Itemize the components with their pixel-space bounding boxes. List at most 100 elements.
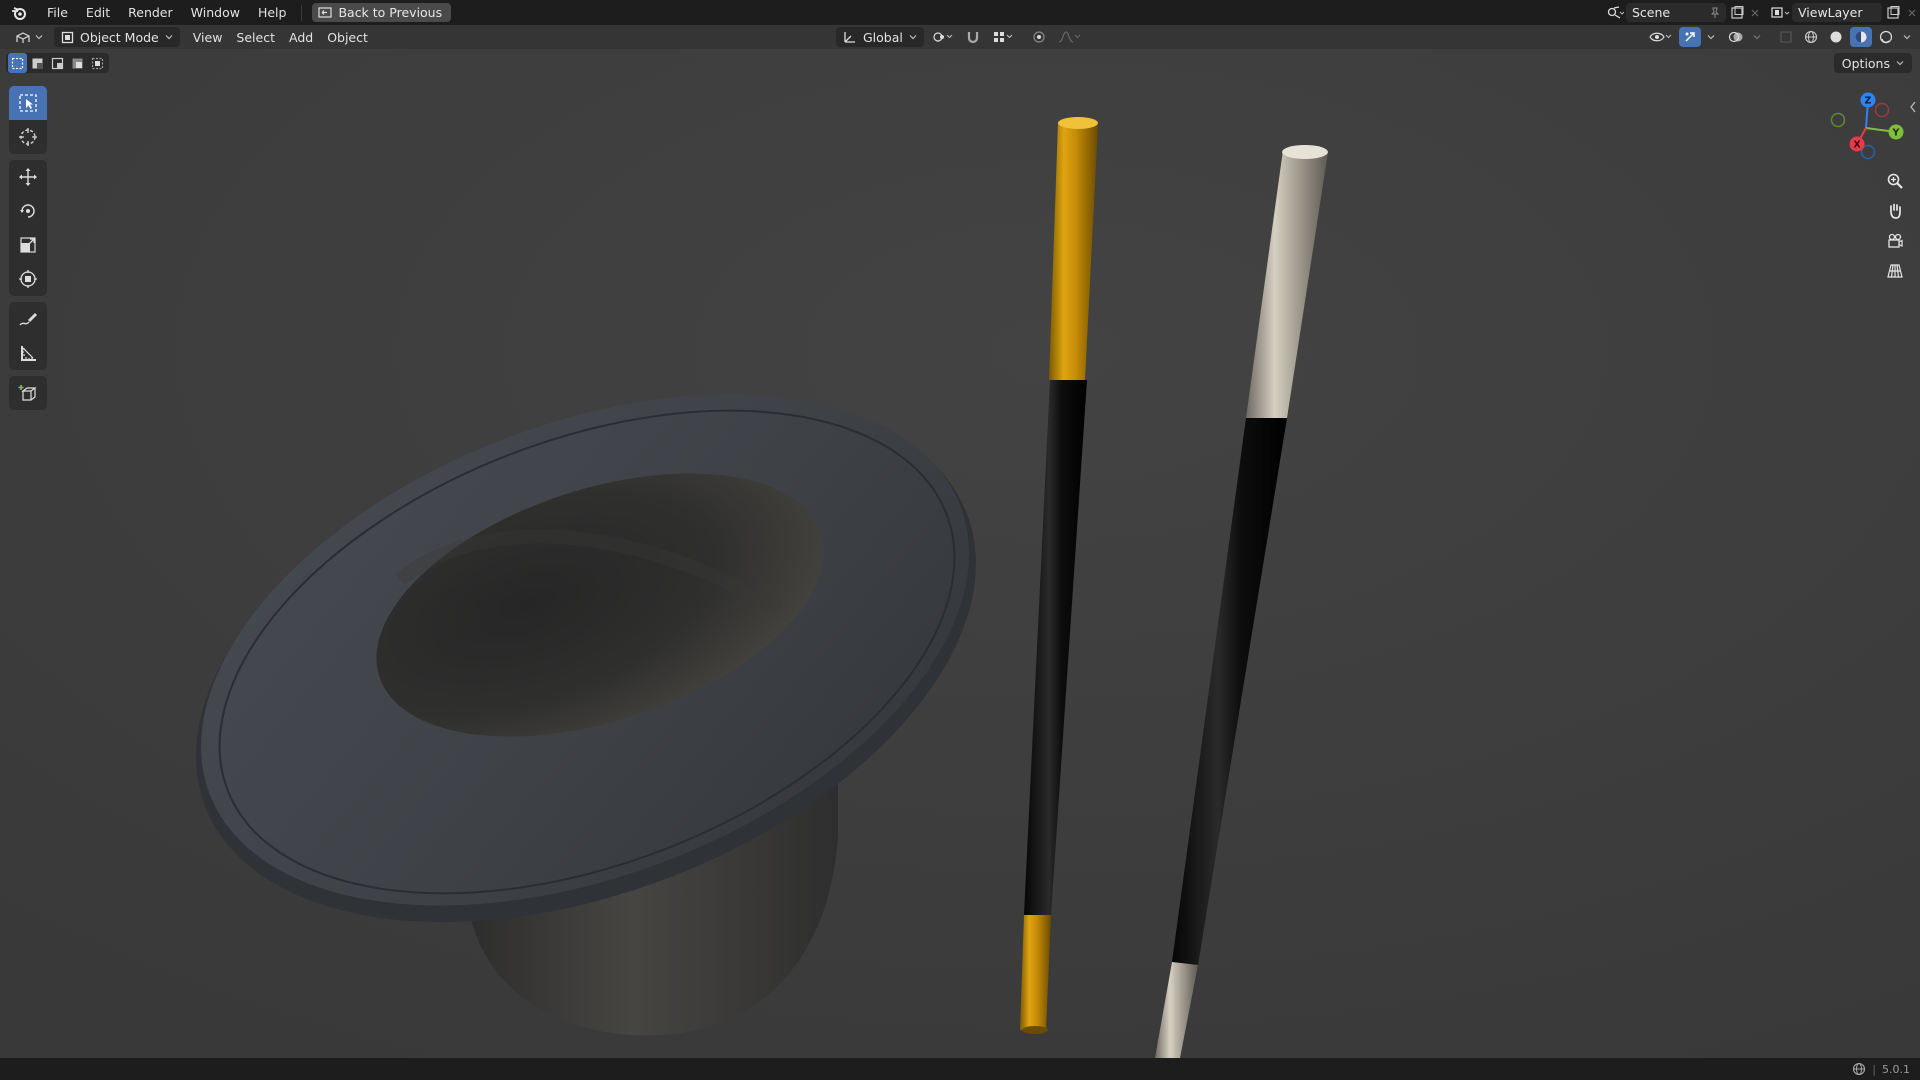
snapping-toggle[interactable] (962, 27, 984, 47)
tool-measure[interactable] (9, 336, 47, 370)
selection-mode-group (6, 53, 109, 73)
rotate-icon (20, 204, 35, 218)
select-box-icon (19, 94, 37, 112)
proportional-edit-icon (1033, 31, 1045, 43)
select-intersect-button[interactable] (88, 53, 107, 73)
chevron-down-icon (165, 35, 173, 40)
tool-select-box[interactable] (9, 86, 47, 120)
menu-divider (301, 4, 303, 21)
view-layer-selector-icon[interactable] (1770, 3, 1792, 22)
hand-pan-icon (1890, 203, 1901, 219)
xray-toggle[interactable] (1775, 27, 1797, 47)
wireframe-sphere-icon (1804, 30, 1818, 44)
viewport-3d[interactable] (0, 49, 1920, 1058)
back-to-previous-button[interactable]: Back to Previous (312, 3, 452, 22)
delete-scene-icon[interactable] (1748, 3, 1762, 22)
gizmo-x-label: X (1853, 140, 1861, 151)
tool-scale[interactable] (9, 228, 47, 262)
chevron-down-icon (1903, 35, 1911, 40)
tool-transform[interactable] (9, 262, 47, 296)
snap-target-dropdown[interactable] (988, 27, 1018, 47)
options-dropdown[interactable]: Options (1833, 53, 1912, 73)
new-view-layer-icon[interactable] (1882, 3, 1904, 22)
gizmo-neg-x-handle[interactable] (1874, 102, 1890, 118)
select-extend-button[interactable] (28, 53, 47, 73)
grid-perspective-icon (1887, 264, 1903, 278)
delete-view-layer-icon[interactable] (1904, 3, 1920, 22)
select-new-button[interactable] (8, 53, 27, 73)
magnifier-zoom-icon (1887, 173, 1903, 189)
tool-cursor[interactable] (9, 120, 47, 154)
object-visibility-dropdown[interactable] (1646, 27, 1676, 47)
editor-type-selector[interactable] (8, 27, 50, 47)
move-arrows-icon (19, 168, 37, 186)
back-to-previous-label: Back to Previous (338, 5, 443, 20)
solid-shading-button[interactable] (1825, 27, 1847, 47)
tool-rotate[interactable] (9, 194, 47, 228)
proportional-editing-toggle[interactable] (1028, 27, 1050, 47)
tool-add-cube[interactable] (9, 376, 47, 410)
menu-edit[interactable]: Edit (77, 0, 119, 25)
select-subtract-button[interactable] (48, 53, 67, 73)
menu-window[interactable]: Window (182, 0, 249, 25)
blender-logo-icon[interactable] (0, 0, 38, 25)
tool-annotate[interactable] (9, 302, 47, 336)
globe-network-icon[interactable] (1852, 1062, 1866, 1076)
overlays-icon (1728, 31, 1743, 43)
solid-sphere-icon (1830, 31, 1842, 43)
menu-file[interactable]: File (38, 0, 77, 25)
gizmo-icon (1685, 32, 1695, 42)
proportional-falloff-dropdown[interactable] (1054, 27, 1084, 47)
chevron-left-icon (1910, 101, 1916, 113)
navigation-buttons (1878, 168, 1912, 284)
select-invert-button[interactable] (68, 53, 87, 73)
tool-move[interactable] (9, 160, 47, 194)
rendered-shading-button[interactable] (1875, 27, 1897, 47)
show-overlays-toggle[interactable] (1725, 27, 1747, 47)
select-invert-icon (72, 58, 83, 68)
material-preview-shading-button[interactable] (1850, 27, 1872, 47)
falloff-curve-icon (1058, 31, 1081, 43)
scene-selector-icon[interactable] (1604, 3, 1626, 22)
chevron-down-icon (35, 35, 43, 40)
sidebar-toggle-arrow[interactable] (1908, 100, 1918, 114)
menu-object[interactable]: Object (320, 27, 375, 47)
toggle-perspective-button[interactable] (1878, 258, 1912, 284)
show-gizmo-toggle[interactable] (1679, 27, 1701, 47)
pin-icon[interactable] (1710, 7, 1720, 19)
new-scene-icon[interactable] (1726, 3, 1748, 22)
eye-pointer-icon (1649, 32, 1672, 42)
screen-back-icon (318, 6, 333, 18)
rendered-sphere-icon (1879, 30, 1893, 44)
shading-options-dropdown[interactable] (1900, 27, 1914, 47)
view-layer-name: ViewLayer (1798, 5, 1863, 20)
object-mode-label: Object Mode (80, 29, 159, 45)
menu-select[interactable]: Select (229, 27, 282, 47)
menu-render[interactable]: Render (119, 0, 182, 25)
snap-increment-icon (993, 32, 1013, 42)
gizmo-options-dropdown[interactable] (1704, 27, 1718, 47)
pivot-icon (933, 32, 953, 42)
zoom-view-button[interactable] (1878, 168, 1912, 194)
menu-add[interactable]: Add (282, 27, 320, 47)
chevron-down-icon (1896, 61, 1904, 66)
menu-help[interactable]: Help (249, 0, 296, 25)
wireframe-shading-button[interactable] (1800, 27, 1822, 47)
gizmo-neg-y-handle[interactable] (1830, 112, 1846, 128)
select-intersect-icon (91, 57, 104, 69)
camera-view-button[interactable] (1878, 228, 1912, 254)
pivot-point-dropdown[interactable] (928, 27, 958, 47)
scale-icon (20, 237, 36, 253)
menu-view[interactable]: View (186, 27, 230, 47)
viewport-header: Object Mode View Select Add Object Globa… (0, 25, 1920, 49)
transform-orientation-dropdown[interactable]: Global (836, 27, 924, 47)
select-subtract-icon (51, 57, 64, 69)
overlays-options-dropdown[interactable] (1750, 27, 1764, 47)
pan-view-button[interactable] (1878, 198, 1912, 224)
object-mode-dropdown[interactable]: Object Mode (54, 27, 180, 47)
scene-name-field[interactable]: Scene (1626, 3, 1726, 22)
navigation-gizmo[interactable]: Z Y X (1822, 88, 1918, 168)
material-sphere-icon (1855, 31, 1867, 43)
3d-cursor-icon (19, 128, 37, 146)
view-layer-field[interactable]: ViewLayer (1792, 3, 1882, 22)
